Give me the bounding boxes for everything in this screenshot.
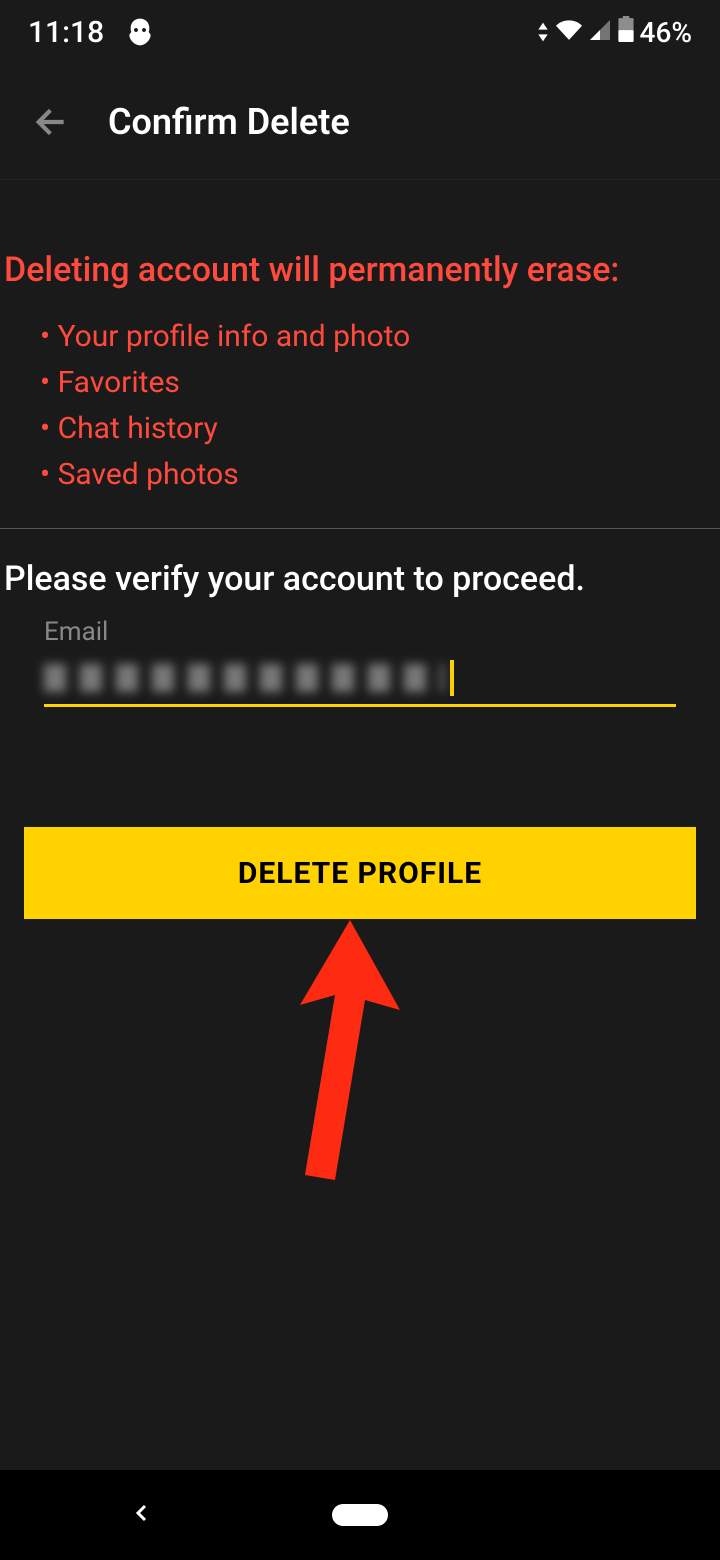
warning-item: Saved photos [40, 452, 720, 498]
system-nav-bar [0, 1470, 720, 1560]
app-header: Confirm Delete [0, 64, 720, 180]
email-label: Email [44, 617, 676, 647]
battery-icon [618, 16, 634, 49]
wifi-icon [556, 16, 582, 49]
email-value-redacted [44, 664, 444, 692]
verify-prompt: Please verify your account to proceed. [4, 559, 716, 599]
signal-icon [588, 16, 612, 49]
battery-percent: 46% [640, 16, 692, 49]
warning-item: Your profile info and photo [40, 314, 720, 360]
nav-back-icon[interactable] [130, 1498, 154, 1533]
app-notification-icon [124, 16, 156, 48]
text-cursor [450, 660, 454, 696]
delete-profile-button[interactable]: DELETE PROFILE [24, 827, 696, 919]
annotation-arrow-icon [280, 920, 400, 1180]
warning-list: Your profile info and photo Favorites Ch… [0, 314, 720, 498]
status-time: 11:18 [28, 15, 104, 50]
back-button[interactable] [30, 100, 74, 144]
nav-home-pill[interactable] [332, 1504, 388, 1526]
warning-heading: Deleting account will permanently erase: [0, 250, 720, 314]
email-field[interactable] [44, 651, 676, 707]
warning-block: Deleting account will permanently erase:… [0, 180, 720, 528]
warning-item: Chat history [40, 406, 720, 452]
page-title: Confirm Delete [108, 101, 350, 143]
warning-item: Favorites [40, 360, 720, 406]
status-bar: 11:18 46% [0, 0, 720, 64]
delete-button-label: DELETE PROFILE [238, 856, 482, 891]
data-icon [536, 16, 550, 49]
